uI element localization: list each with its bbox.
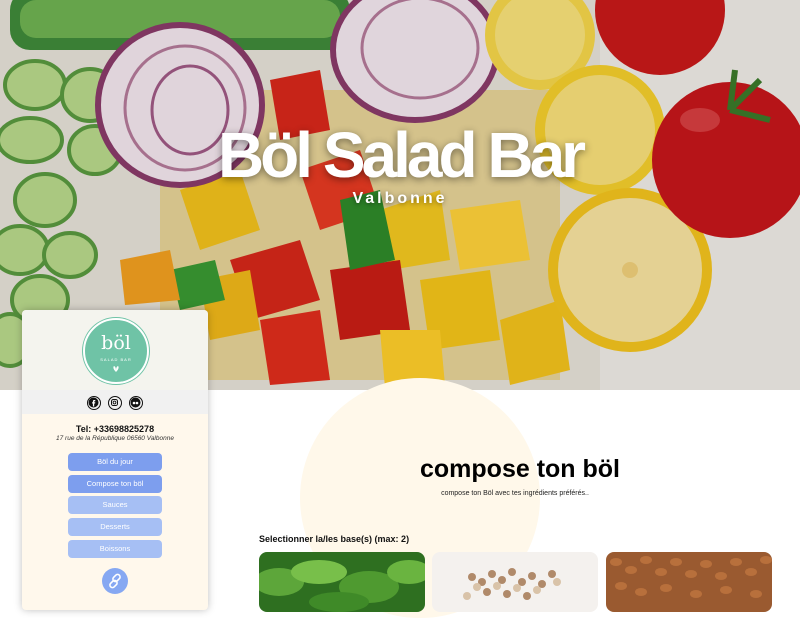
hero-title: Böl Salad Bar (217, 119, 586, 191)
menu-boissons-button[interactable]: Boissons (68, 540, 162, 558)
menu-compose-button[interactable]: Compose ton böl (68, 475, 162, 493)
menu-desserts-button[interactable]: Desserts (68, 518, 162, 536)
facebook-icon[interactable] (87, 396, 101, 410)
logo-brand: böl (101, 332, 131, 354)
section-subtitle: compose ton Böl avec tes ingrédients pré… (441, 490, 589, 497)
sidebar-panel: böl SALAD BAR Tel: +33698825278 17 rue d… (22, 310, 208, 610)
menu-sauces-button[interactable]: Sauces (68, 496, 162, 514)
section-title: compose ton böl (420, 455, 620, 483)
bol-logo[interactable]: böl SALAD BAR (83, 318, 149, 384)
bases-select-label: Selectionner la/les base(s) (max: 2) (259, 534, 410, 544)
quinoa-grains-image (432, 552, 598, 612)
base-card-salad[interactable] (259, 552, 425, 612)
hero-subtitle: Valbonne (352, 190, 448, 207)
leaf-icon (113, 366, 119, 372)
base-card-lentils[interactable] (606, 552, 772, 612)
address: 17 rue de la République 06560 Valbonne (56, 435, 174, 442)
phone-number[interactable]: Tel: +33698825278 (22, 424, 208, 434)
salad-leaves-image (259, 552, 425, 612)
base-card-quinoa[interactable] (432, 552, 598, 612)
logo-tagline: SALAD BAR (100, 357, 132, 362)
share-link-button[interactable] (102, 568, 128, 594)
menu-bol-du-jour-button[interactable]: Böl du jour (68, 453, 162, 471)
brown-lentils-image (606, 552, 772, 612)
tripadvisor-icon[interactable] (129, 396, 143, 410)
instagram-icon[interactable] (108, 396, 122, 410)
link-icon (109, 573, 121, 589)
